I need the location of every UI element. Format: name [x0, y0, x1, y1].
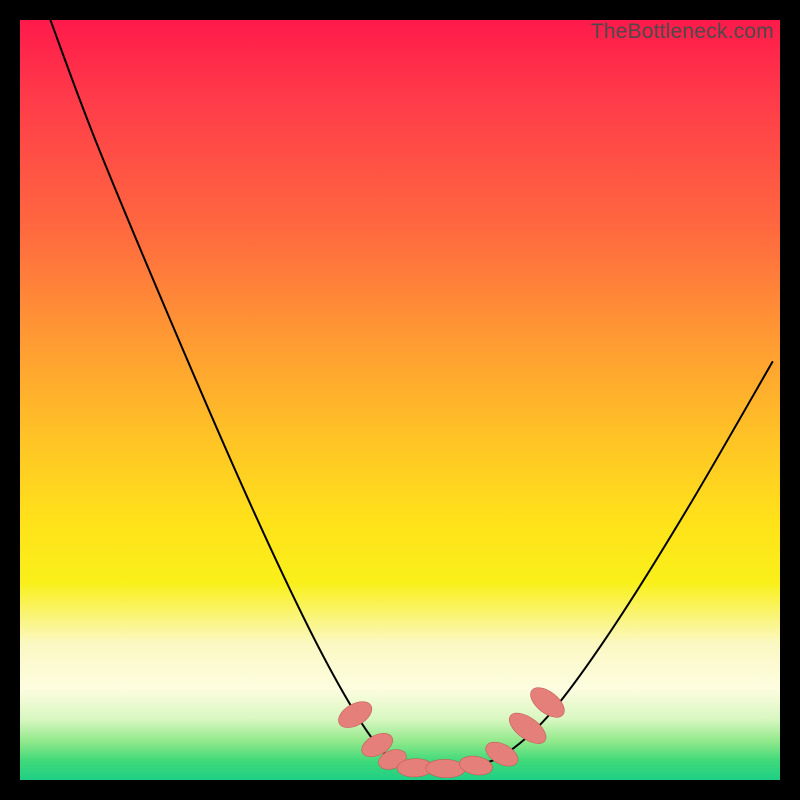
chart-gradient-background	[20, 20, 780, 780]
chart-frame: TheBottleneck.com	[20, 20, 780, 780]
